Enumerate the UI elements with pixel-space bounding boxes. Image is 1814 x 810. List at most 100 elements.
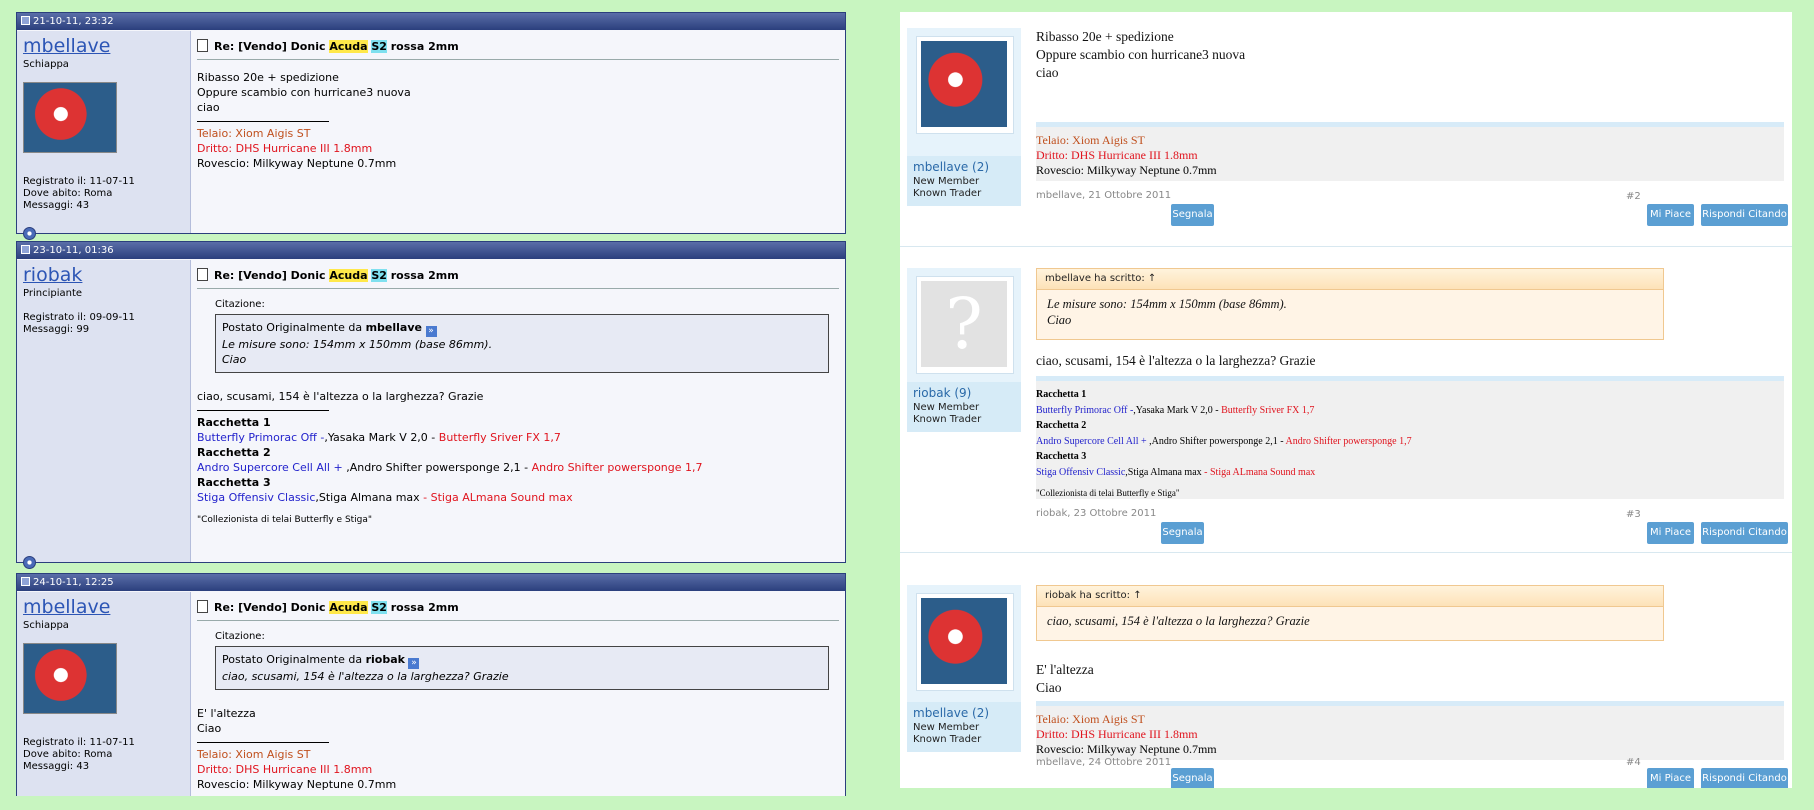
post-number[interactable]: #3: [1626, 509, 1641, 520]
post-body: Re: [Vendo] Donic Acuda S2 rossa 2mm Cit…: [197, 264, 839, 528]
post: mbellave (2) New Member Known Trader Rib…: [900, 12, 1792, 247]
online-status-icon: [23, 227, 36, 240]
like-button[interactable]: Mi Piace: [1647, 204, 1694, 226]
signature-divider: [197, 742, 329, 743]
post-title: Re: [Vendo] Donic Acuda S2 rossa 2mm: [197, 264, 839, 289]
avatar: [23, 643, 117, 714]
user-info: Registrato il: 11-07-11 Dove abito: Roma…: [23, 176, 135, 211]
like-button[interactable]: Mi Piace: [1647, 522, 1694, 544]
post-meta: riobak, 23 Ottobre 2011: [1036, 508, 1157, 519]
avatar[interactable]: [921, 598, 1007, 684]
username-link[interactable]: mbellave: [913, 160, 968, 174]
post: ? riobak (9) New Member Known Trader mbe…: [900, 250, 1792, 553]
avatar-frame: [916, 36, 1014, 134]
post-number[interactable]: #2: [1626, 191, 1641, 202]
quote-header[interactable]: riobak ha scritto: ↑: [1037, 586, 1663, 607]
online-status-icon: [23, 556, 36, 569]
reply-quote-button[interactable]: Rispondi Citando: [1701, 204, 1788, 226]
post: 23-10-11, 01:36 riobak Principiante Regi…: [16, 241, 846, 569]
post-icon: [21, 245, 30, 254]
post-message: ciao, scusami, 154 è l'altezza o la larg…: [197, 390, 484, 403]
quote-box: mbellave ha scritto: ↑ Le misure sono: 1…: [1036, 268, 1664, 340]
post: 21-10-11, 23:32 mbellave Schiappa Regist…: [16, 12, 846, 240]
post-message: Ribasso 20e + spedizione Oppure scambio …: [1036, 29, 1246, 80]
avatar: [23, 82, 117, 153]
username-link[interactable]: mbellave: [23, 35, 110, 57]
user-panel: ? riobak (9) New Member Known Trader: [907, 268, 1021, 432]
vbulletin-thread: 21-10-11, 23:32 mbellave Schiappa Regist…: [16, 12, 846, 796]
post-icon: [21, 577, 30, 586]
quote-box: Postato Originalmente da riobak » ciao, …: [215, 646, 829, 690]
post-divider: [900, 246, 1792, 247]
quote-text: Le misure sono: 154mm x 150mm (base 86mm…: [1047, 297, 1287, 327]
post-header: 23-10-11, 01:36: [17, 242, 845, 259]
user-roles: New Member Known Trader: [913, 402, 982, 425]
signature: Telaio: Xiom Aigis ST Dritto: DHS Hurric…: [1036, 701, 1784, 760]
document-icon: [197, 268, 208, 281]
signature: Racchetta 1 Butterfly Primorac Off -,Yas…: [1036, 376, 1784, 499]
quote-box: Postato Originalmente da mbellave » Le m…: [215, 314, 829, 373]
quote-box: riobak ha scritto: ↑ ciao, scusami, 154 …: [1036, 585, 1664, 641]
quote-label: Citazione:: [215, 631, 265, 642]
post: 24-10-11, 12:25 mbellave Schiappa Regist…: [16, 573, 846, 796]
user-panel: mbellave (2) New Member Known Trader: [907, 585, 1021, 752]
post-date: 24-10-11, 12:25: [33, 577, 114, 588]
user-panel: mbellave Schiappa Registrato il: 11-07-1…: [17, 31, 191, 240]
quote-label: Citazione:: [215, 299, 265, 310]
signature: Telaio: Xiom Aigis ST Dritto: DHS Hurric…: [1036, 122, 1784, 181]
post-content: riobak ha scritto: ↑ ciao, scusami, 154 …: [1036, 585, 1788, 788]
user-tag: mbellave (2) New Member Known Trader: [907, 156, 1021, 206]
username-link[interactable]: riobak: [913, 386, 951, 400]
reply-quote-button[interactable]: Rispondi Citando: [1701, 768, 1788, 788]
view-post-icon[interactable]: »: [425, 326, 437, 337]
report-button[interactable]: Segnala: [1171, 204, 1214, 226]
user-panel: mbellave Schiappa Registrato il: 11-07-1…: [17, 592, 191, 796]
like-button[interactable]: Mi Piace: [1647, 768, 1694, 788]
user-roles: New Member Known Trader: [913, 722, 982, 745]
avatar[interactable]: [921, 41, 1007, 127]
avatar[interactable]: ?: [921, 281, 1007, 367]
post: mbellave (2) New Member Known Trader rio…: [900, 567, 1792, 788]
signature-divider: [197, 410, 329, 411]
post-divider: [900, 552, 1792, 553]
post-message: Ribasso 20e + spedizione Oppure scambio …: [197, 71, 411, 114]
post-content: mbellave ha scritto: ↑ Le misure sono: 1…: [1036, 268, 1788, 544]
user-roles: New Member Known Trader: [913, 176, 982, 199]
user-info: Registrato il: 09-09-11 Messaggi: 99: [23, 312, 135, 335]
post-count: (2): [972, 160, 990, 174]
user-tag: riobak (9) New Member Known Trader: [907, 382, 1021, 432]
quote-header[interactable]: mbellave ha scritto: ↑: [1037, 269, 1663, 290]
post-meta: mbellave, 21 Ottobre 2011: [1036, 190, 1172, 201]
signature-divider: [197, 121, 329, 122]
post-header: 21-10-11, 23:32: [17, 13, 845, 30]
report-button[interactable]: Segnala: [1161, 522, 1204, 544]
user-rank: Principiante: [23, 288, 83, 299]
document-icon: [197, 39, 208, 52]
avatar-frame: [916, 593, 1014, 691]
quote-text: ciao, scusami, 154 è l'altezza o la larg…: [1047, 614, 1310, 628]
post-title: Re: [Vendo] Donic Acuda S2 rossa 2mm: [197, 596, 839, 621]
post-icon: [21, 16, 30, 25]
post-title: Re: [Vendo] Donic Acuda S2 rossa 2mm: [197, 35, 839, 60]
post-body: Re: [Vendo] Donic Acuda S2 rossa 2mm Rib…: [197, 35, 839, 171]
signature: Racchetta 1 Butterfly Primorac Off -,Yas…: [197, 416, 703, 525]
post-message: E' l'altezza Ciao: [1036, 662, 1094, 695]
reply-quote-button[interactable]: Rispondi Citando: [1701, 522, 1788, 544]
post-date: 21-10-11, 23:32: [33, 16, 114, 27]
post-date: 23-10-11, 01:36: [33, 245, 114, 256]
user-rank: Schiappa: [23, 59, 69, 70]
avatar-frame: ?: [916, 276, 1014, 374]
signature: Telaio: Xiom Aigis ST Dritto: DHS Hurric…: [197, 127, 397, 170]
view-post-icon[interactable]: »: [408, 658, 420, 669]
username-link[interactable]: riobak: [23, 264, 82, 286]
user-panel: mbellave (2) New Member Known Trader: [907, 28, 1021, 206]
signature: Telaio: Xiom Aigis ST Dritto: DHS Hurric…: [197, 748, 397, 791]
username-link[interactable]: mbellave: [913, 706, 968, 720]
post-number[interactable]: #4: [1626, 757, 1641, 768]
user-info: Registrato il: 11-07-11 Dove abito: Roma…: [23, 737, 135, 772]
post-header: 24-10-11, 12:25: [17, 574, 845, 591]
report-button[interactable]: Segnala: [1171, 768, 1214, 788]
document-icon: [197, 600, 208, 613]
username-link[interactable]: mbellave: [23, 596, 110, 618]
post-meta: mbellave, 24 Ottobre 2011: [1036, 757, 1172, 768]
